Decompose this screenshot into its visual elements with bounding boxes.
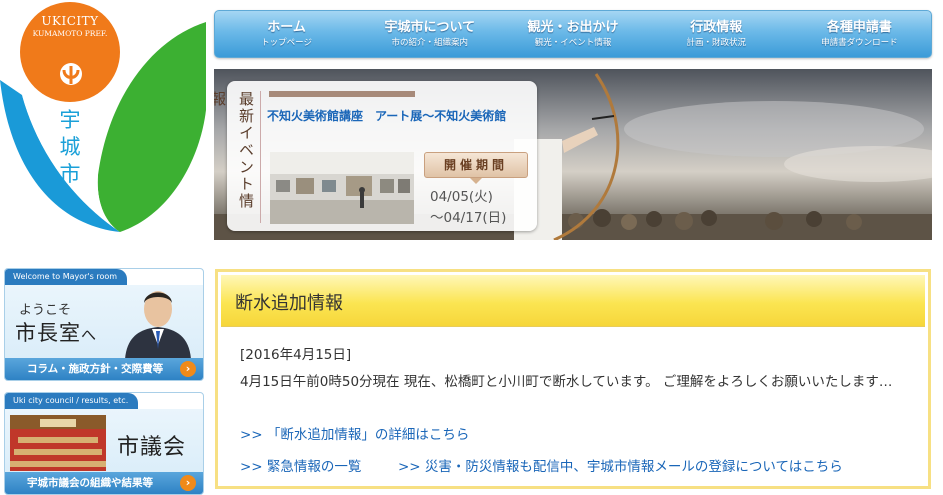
logo-name-ja: 宇城市: [59, 108, 81, 186]
mayor-title-suffix: へ: [81, 326, 98, 344]
banner-footer: 宇城市議会の組織や結果等: [5, 472, 203, 494]
nav-label: 観光・お出かけ: [527, 19, 619, 35]
nav-about-city[interactable]: 宇城市について 市の紹介・組織案内: [358, 11, 501, 57]
latest-event-card[interactable]: 最新イベント情報 不知火美術館講座 アート展〜不知火美術館 開催期間 04/05…: [214, 81, 537, 231]
outage-details-link[interactable]: >> 「断水追加情報」の詳細はこちら: [240, 423, 469, 443]
mayor-room-banner[interactable]: Welcome to Mayor's room ようこそ 市長室へ コラム・施政…: [4, 268, 204, 381]
mayor-greeting-big: 市長室へ: [15, 317, 97, 347]
event-period-dates: 04/05(火) 〜04/17(日): [430, 187, 530, 229]
gallery-photo: [270, 152, 414, 224]
arrow-right-icon: ›: [180, 361, 196, 377]
banner-tab-label: Uki city council / results, etc.: [5, 393, 139, 409]
period-arrow-icon: [470, 178, 482, 184]
mayor-portrait: [125, 291, 191, 359]
council-title: 市議会: [117, 435, 187, 460]
arrow-right-icon: ›: [180, 475, 196, 491]
nav-sublabel: 計画・財政状況: [686, 37, 746, 48]
nav-label: 宇城市について: [384, 19, 476, 35]
notice-title: 断水追加情報: [235, 293, 343, 314]
banner-tab-label: Welcome to Mayor's room: [5, 269, 128, 285]
nav-applications[interactable]: 各種申請書 申請書ダウンロード: [788, 11, 931, 57]
nav-administration[interactable]: 行政情報 計画・財政状況: [645, 11, 788, 57]
water-outage-notice: 断水追加情報 [2016年4月15日] 4月15日午前0時50分現在 現在、松橋…: [215, 269, 931, 489]
city-council-banner[interactable]: Uki city council / results, etc. 市議会 宇城市…: [4, 392, 204, 495]
notice-body: 4月15日午前0時50分現在 現在、松橋町と小川町で断水しています。 ご理解をよ…: [240, 374, 893, 390]
event-decoration-bar: [269, 91, 415, 97]
nav-label: 各種申請書: [826, 19, 892, 35]
nav-sublabel: 観光・イベント情報: [534, 37, 612, 48]
hero-banner: 最新イベント情報 不知火美術館講座 アート展〜不知火美術館 開催期間 04/05…: [214, 69, 932, 240]
logo-english-name: UKICITY KUMAMOTO PREF.: [20, 14, 120, 38]
nav-label: ホーム: [267, 19, 306, 35]
notice-date: [2016年4月15日]: [240, 347, 352, 363]
nav-sublabel: 申請書ダウンロード: [821, 37, 898, 48]
nav-label: 行政情報: [690, 19, 743, 35]
nav-sublabel: トップページ: [261, 37, 313, 48]
event-date-end: 〜04/17(日): [430, 210, 507, 226]
global-nav: ホーム トップページ 宇城市について 市の紹介・組織案内 観光・お出かけ 観光・…: [214, 10, 932, 58]
nav-tourism[interactable]: 観光・お出かけ 観光・イベント情報: [501, 11, 644, 57]
event-title-link[interactable]: 不知火美術館講座 アート展〜不知火美術館: [267, 108, 531, 124]
period-label: 開催期間: [424, 152, 528, 178]
council-chamber-photo: [10, 415, 106, 471]
nav-home[interactable]: ホーム トップページ: [215, 11, 358, 57]
banner-footer: コラム・施政方針・交際費等: [5, 358, 203, 380]
mayor-greeting-small: ようこそ: [19, 303, 72, 318]
site-logo[interactable]: UKICITY KUMAMOTO PREF. 宇城市: [0, 0, 206, 236]
mayor-title: 市長室: [15, 321, 81, 345]
nav-sublabel: 市の紹介・組織案内: [391, 37, 469, 48]
emergency-list-link[interactable]: >> 緊急情報の一覧: [240, 455, 361, 475]
logo-name-en-sub: KUMAMOTO PREF.: [32, 29, 108, 38]
event-section-heading: 最新イベント情報: [214, 91, 261, 223]
logo-name-en: UKICITY: [41, 14, 99, 28]
event-thumbnail[interactable]: [270, 152, 414, 224]
mail-registration-link[interactable]: >> 災害・防災情報も配信中、宇城市情報メールの登録についてはこちら: [398, 455, 843, 475]
notice-header: 断水追加情報: [221, 275, 925, 327]
event-date-start: 04/05(火): [430, 189, 493, 205]
